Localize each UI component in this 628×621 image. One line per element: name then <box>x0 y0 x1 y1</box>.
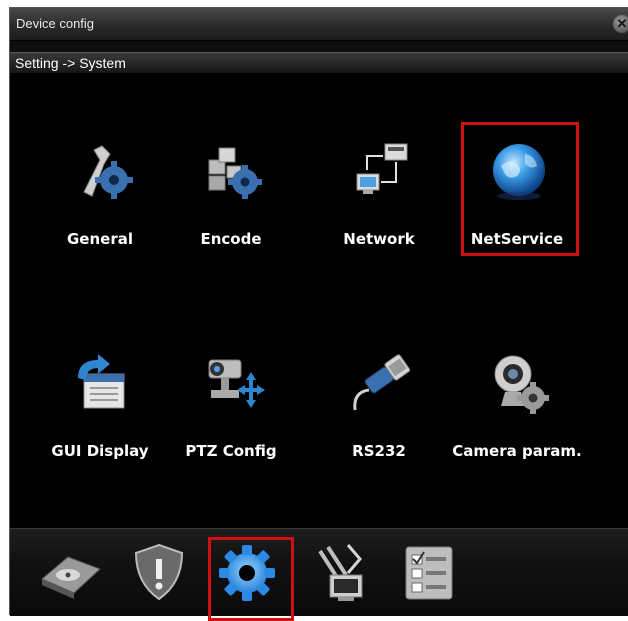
breadcrumb: Setting -> System <box>10 52 628 74</box>
menu-item-camera-param[interactable]: Camera param. <box>452 352 582 472</box>
menu-item-netservice[interactable]: NetService <box>462 140 572 260</box>
menu-item-label: Camera param. <box>452 442 582 460</box>
menu-item-label: GUI Display <box>51 442 149 460</box>
network-computers-icon <box>349 140 413 204</box>
menu-item-general[interactable]: General <box>45 140 155 260</box>
hard-disk-icon[interactable] <box>38 539 104 605</box>
menu-item-label: Encode <box>200 230 262 248</box>
tools-monitor-icon[interactable] <box>308 539 374 605</box>
title-bar[interactable]: Device config ✕ <box>10 8 628 41</box>
menu-item-label: NetService <box>470 230 564 248</box>
menu-grid: General Encode Network NetService GUI Di… <box>10 74 628 530</box>
menu-item-gui-display[interactable]: GUI Display <box>45 352 155 472</box>
display-arrow-icon <box>70 352 134 416</box>
menu-item-network[interactable]: Network <box>324 140 434 260</box>
device-config-window: Device config ✕ Setting -> System Genera… <box>9 7 628 621</box>
window-title: Device config <box>16 16 95 31</box>
menu-item-label: RS232 <box>352 442 406 460</box>
menu-item-label: General <box>67 230 133 248</box>
breadcrumb-text: Setting -> System <box>15 55 126 71</box>
blocks-gear-icon <box>201 140 265 204</box>
webcam-gear-icon <box>487 352 551 416</box>
menu-item-encode[interactable]: Encode <box>176 140 286 260</box>
menu-item-rs232[interactable]: RS232 <box>324 352 434 472</box>
bottom-toolbar <box>10 528 628 621</box>
checklist-icon[interactable] <box>396 539 462 605</box>
globe-icon <box>487 140 551 204</box>
ptz-camera-icon <box>201 352 265 416</box>
serial-cable-icon <box>349 352 413 416</box>
menu-item-label: PTZ Config <box>185 442 277 460</box>
menu-item-ptz-config[interactable]: PTZ Config <box>176 352 286 472</box>
close-icon[interactable]: ✕ <box>613 15 628 33</box>
wrench-gear-icon <box>70 140 134 204</box>
settings-gear-icon[interactable] <box>214 539 280 605</box>
shield-alert-icon[interactable] <box>126 539 192 605</box>
menu-item-label: Network <box>343 230 415 248</box>
